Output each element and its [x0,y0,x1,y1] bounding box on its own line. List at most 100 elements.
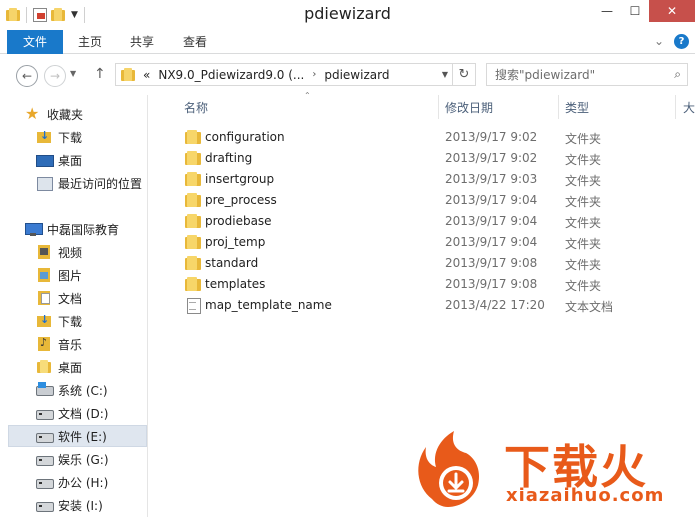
column-name[interactable]: 名称 [184,99,208,116]
folder-icon [185,192,201,208]
nav-item-label: 文档 (D:) [58,406,109,421]
address-bar[interactable]: « NX9.0_Pdiewizard9.0 (... › pdiewizard … [115,63,476,86]
column-type[interactable]: 类型 [565,99,589,116]
file-row[interactable]: configuration 2013/9/17 9:02 文件夹 [149,127,695,148]
file-type: 文件夹 [565,216,602,230]
tab-share[interactable]: 共享 [122,30,162,54]
folder-icon [185,276,201,292]
nav-item-label: 娱乐 (G:) [58,452,109,467]
folder-icon [185,234,201,250]
file-date: 2013/9/17 9:08 [445,277,538,291]
nav-computer-label: 中磊国际教育 [47,222,120,237]
file-type: 文件夹 [565,174,602,188]
ribbon-right-controls: ⌄ ? [654,34,689,49]
forward-button[interactable]: → [44,65,66,87]
nav-favorites-label: 收藏夹 [47,107,84,122]
folder-icon [185,255,201,271]
refresh-icon[interactable]: ↻ [452,64,475,85]
file-name: proj_temp [205,235,266,249]
downloads-folder-icon [36,129,52,145]
breadcrumb-overflow[interactable]: « [143,68,150,82]
nav-item-recent[interactable]: 最近访问的位置 [36,172,142,194]
nav-item-label: 下载 [58,314,83,329]
column-date[interactable]: 修改日期 [445,99,493,116]
watermark-url: xiazaihuo.com [506,485,665,506]
search-input[interactable]: 搜索"pdiewizard" ⌕ [486,63,688,86]
recent-places-icon [36,175,53,191]
drive-icon [36,474,54,490]
nav-item-label: 视频 [58,245,83,260]
file-name: map_template_name [205,298,332,312]
nav-drive-g[interactable]: 娱乐 (G:) [36,448,109,470]
column-size[interactable]: 大 [683,99,695,116]
expand-ribbon-icon[interactable]: ⌄ [654,34,664,49]
nav-item-desktop[interactable]: 桌面 [36,149,82,171]
breadcrumb-parent[interactable]: NX9.0_Pdiewizard9.0 (... [158,68,304,82]
nav-item-desktop-2[interactable]: 桌面 [36,356,82,378]
breadcrumb-current[interactable]: pdiewizard [324,68,389,82]
file-type: 文件夹 [565,237,602,251]
file-row[interactable]: drafting 2013/9/17 9:02 文件夹 [149,148,695,169]
window-controls: — ☐ ✕ [593,0,695,22]
file-type: 文件夹 [565,195,602,209]
nav-computer[interactable]: 中磊国际教育 [25,218,119,240]
column-headers: ⌃ 名称 修改日期 类型 大 [149,91,695,119]
address-dropdown-icon[interactable]: ▼ [442,70,448,79]
nav-item-label: 下载 [58,130,83,145]
folder-icon [121,67,135,82]
file-row[interactable]: standard 2013/9/17 9:08 文件夹 [149,253,695,274]
file-type: 文件夹 [565,153,602,167]
folder-icon [185,129,201,145]
nav-item-downloads-2[interactable]: 下载 [36,310,82,332]
system-drive-icon [36,382,54,398]
star-icon: ★ [25,104,40,123]
minimize-button[interactable]: — [593,0,621,22]
file-row[interactable]: prodiebase 2013/9/17 9:04 文件夹 [149,211,695,232]
maximize-button[interactable]: ☐ [621,0,649,22]
recent-locations-icon[interactable]: ▼ [70,69,76,78]
folder-icon [185,171,201,187]
nav-drive-d[interactable]: 文档 (D:) [36,402,108,424]
nav-drive-i[interactable]: 安装 (I:) [36,494,103,516]
nav-item-downloads[interactable]: 下载 [36,126,82,148]
nav-drive-e[interactable]: 软件 (E:) [8,425,147,447]
file-row[interactable]: insertgroup 2013/9/17 9:03 文件夹 [149,169,695,190]
search-icon[interactable]: ⌕ [674,67,681,82]
tab-view[interactable]: 查看 [175,30,215,54]
file-type: 文件夹 [565,132,602,146]
nav-item-label: 图片 [58,268,83,283]
nav-item-pictures[interactable]: 图片 [36,264,82,286]
file-row[interactable]: proj_temp 2013/9/17 9:04 文件夹 [149,232,695,253]
column-divider[interactable] [558,95,559,119]
tab-home[interactable]: 主页 [70,30,110,54]
folder-icon [185,150,201,166]
tab-file[interactable]: 文件 [7,30,63,54]
pictures-folder-icon [36,267,52,283]
nav-favorites[interactable]: ★ 收藏夹 [25,103,83,125]
address-row: ← → ▼ ↑ « NX9.0_Pdiewizard9.0 (... › pdi… [0,55,695,95]
nav-item-label: 桌面 [58,360,83,375]
nav-item-documents[interactable]: 文档 [36,287,82,309]
watermark: 下载火 xiazaihuo.com [408,425,695,517]
nav-drive-h[interactable]: 办公 (H:) [36,471,108,493]
chevron-right-icon[interactable]: › [312,69,316,80]
file-row[interactable]: pre_process 2013/9/17 9:04 文件夹 [149,190,695,211]
file-date: 2013/9/17 9:04 [445,235,538,249]
nav-item-music[interactable]: 音乐 [36,333,82,355]
back-button[interactable]: ← [16,65,38,87]
help-icon[interactable]: ? [674,34,689,49]
desktop-folder-icon [36,359,52,375]
downloads-folder-icon [36,313,52,329]
file-row[interactable]: templates 2013/9/17 9:08 文件夹 [149,274,695,295]
column-divider[interactable] [438,95,439,119]
search-placeholder: 搜索"pdiewizard" [495,68,596,82]
close-button[interactable]: ✕ [649,0,695,22]
file-type: 文件夹 [565,279,602,293]
nav-item-videos[interactable]: 视频 [36,241,82,263]
nav-drive-c[interactable]: 系统 (C:) [36,379,108,401]
file-row[interactable]: map_template_name 2013/4/22 17:20 文本文档 [149,295,695,316]
up-button[interactable]: ↑ [94,66,106,82]
title-bar: ▼ pdiewizard — ☐ ✕ [0,0,695,30]
column-divider[interactable] [675,95,676,119]
file-name: standard [205,256,259,270]
